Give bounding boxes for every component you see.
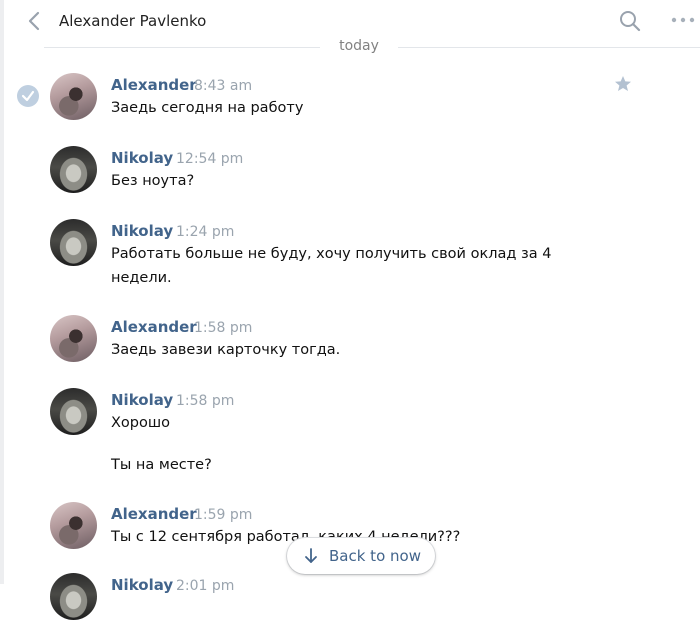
avatar[interactable]	[50, 219, 97, 266]
avatar[interactable]	[50, 502, 97, 549]
message-time: 1:24 pm	[176, 224, 235, 240]
message-line: Хорошо	[111, 415, 171, 431]
search-icon[interactable]	[618, 9, 642, 33]
date-divider-label: today	[339, 38, 379, 54]
avatar[interactable]	[50, 146, 97, 193]
star-icon[interactable]	[613, 74, 633, 94]
message-author[interactable]: Nikolay	[111, 576, 173, 594]
avatar[interactable]	[50, 315, 97, 362]
divider-line	[44, 47, 320, 48]
message-text: Хорошо Ты на месте?	[111, 411, 581, 477]
message-author[interactable]: Nikolay	[111, 149, 173, 167]
chevron-left-icon[interactable]	[24, 10, 44, 32]
avatar[interactable]	[50, 73, 97, 120]
message-line: Работать больше не буду, хочу получить с…	[111, 246, 552, 262]
avatar[interactable]	[50, 388, 97, 435]
message-line: Заедь сегодня на работу	[111, 100, 304, 116]
message-line: Ты на месте?	[111, 457, 212, 473]
message-text: Без ноута?	[111, 169, 581, 193]
arrow-down-icon	[303, 547, 319, 565]
message-author[interactable]: Alexander	[111, 318, 197, 336]
left-border	[0, 0, 4, 584]
back-to-now-button[interactable]: Back to now	[287, 538, 435, 574]
message-time: 12:54 pm	[176, 151, 244, 167]
more-icon[interactable]	[668, 12, 700, 28]
message-line: недели.	[111, 270, 172, 286]
message-text: Заедь завези карточку тогда.	[111, 338, 581, 362]
message-time: 1:58 pm	[176, 393, 235, 409]
message-author[interactable]: Alexander	[111, 505, 197, 523]
message-time: 8:43 am	[194, 78, 253, 94]
message-text: Заедь сегодня на работу	[111, 96, 581, 120]
message-line: Без ноута?	[111, 173, 195, 189]
message-author[interactable]: Nikolay	[111, 222, 173, 240]
message-author[interactable]: Alexander	[111, 76, 197, 94]
chat-title[interactable]: Alexander Pavlenko	[59, 12, 206, 30]
message-time: 1:59 pm	[194, 507, 253, 523]
message-author[interactable]: Nikolay	[111, 391, 173, 409]
selected-check-icon[interactable]	[17, 85, 39, 107]
back-to-now-label: Back to now	[329, 547, 421, 565]
message-line: Заедь завези карточку тогда.	[111, 342, 341, 358]
message-text: Работать больше не буду, хочу получить с…	[111, 242, 581, 290]
message-time: 1:58 pm	[194, 320, 253, 336]
avatar[interactable]	[50, 573, 97, 620]
divider-line	[398, 47, 700, 48]
message-line	[111, 435, 581, 453]
message-time: 2:01 pm	[176, 578, 235, 594]
